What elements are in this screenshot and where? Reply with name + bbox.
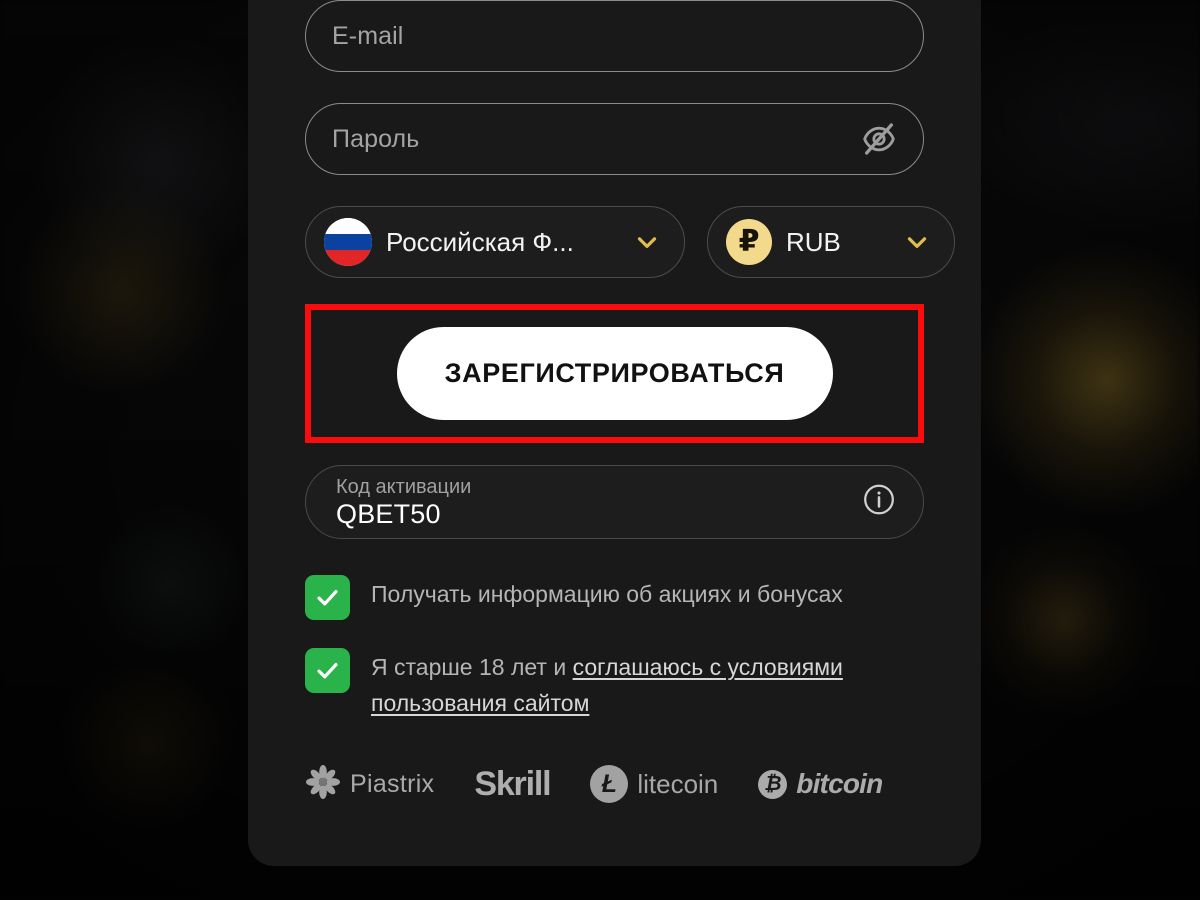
- consent-list: Получать информацию об акциях и бонусах …: [305, 573, 924, 722]
- payment-bitcoin: ₿ bitcoin: [758, 768, 883, 800]
- chevron-down-icon: [902, 227, 932, 257]
- litecoin-coin-icon: Ł: [590, 765, 629, 804]
- register-button[interactable]: ЗАРЕГИСТРИРОВАТЬСЯ: [396, 327, 833, 420]
- checkbox-promotions[interactable]: [305, 575, 350, 620]
- payment-providers: Piastrix Skrill Ł litecoin ₿ bitcoin: [305, 764, 924, 805]
- payment-skrill: Skrill: [474, 764, 551, 804]
- russia-flag-icon: [324, 218, 372, 266]
- activation-code-label: Код активации: [336, 476, 472, 498]
- currency-select-label: RUB: [786, 226, 841, 257]
- password-field[interactable]: Пароль: [305, 103, 924, 175]
- payment-piastrix-label: Piastrix: [350, 769, 435, 798]
- payment-piastrix: Piastrix: [305, 764, 434, 805]
- locale-selector-row: Российская Ф... ₽ RUB: [305, 206, 955, 278]
- payment-skrill-label: Skrill: [474, 764, 551, 803]
- country-select[interactable]: Российская Ф...: [305, 206, 685, 278]
- chevron-down-icon: [632, 227, 662, 257]
- ruble-coin-icon: ₽: [726, 219, 772, 265]
- payment-bitcoin-label: bitcoin: [796, 768, 883, 800]
- country-select-label: Российская Ф...: [386, 226, 574, 257]
- activation-code-value: QBET50: [336, 499, 441, 529]
- piastrix-flower-icon: [305, 764, 341, 805]
- consent-promotions-label: Получать информацию об акциях и бонусах: [371, 581, 843, 607]
- currency-select[interactable]: ₽ RUB: [707, 206, 955, 278]
- password-placeholder: Пароль: [332, 124, 420, 153]
- activation-code-field[interactable]: Код активации QBET50: [305, 465, 924, 539]
- consent-terms-label: Я старше 18 лет и соглашаюсь с условиями…: [371, 646, 866, 722]
- consent-terms-prefix: Я старше 18 лет и: [371, 654, 573, 680]
- email-field[interactable]: E-mail: [305, 0, 924, 72]
- consent-row-promotions: Получать информацию об акциях и бонусах: [305, 573, 924, 620]
- bitcoin-coin-icon: ₿: [758, 769, 788, 799]
- checkbox-terms[interactable]: [305, 648, 350, 693]
- registration-card: E-mail Пароль Российская Ф... ₽ RUB ЗАРЕ…: [248, 0, 981, 866]
- payment-litecoin: Ł litecoin: [590, 765, 719, 804]
- payment-litecoin-label: litecoin: [637, 768, 719, 799]
- register-button-highlight: ЗАРЕГИСТРИРОВАТЬСЯ: [305, 304, 924, 443]
- eye-off-icon[interactable]: [859, 119, 899, 159]
- email-placeholder: E-mail: [332, 21, 404, 50]
- info-circle-icon[interactable]: [861, 482, 897, 523]
- consent-row-terms: Я старше 18 лет и соглашаюсь с условиями…: [305, 646, 924, 722]
